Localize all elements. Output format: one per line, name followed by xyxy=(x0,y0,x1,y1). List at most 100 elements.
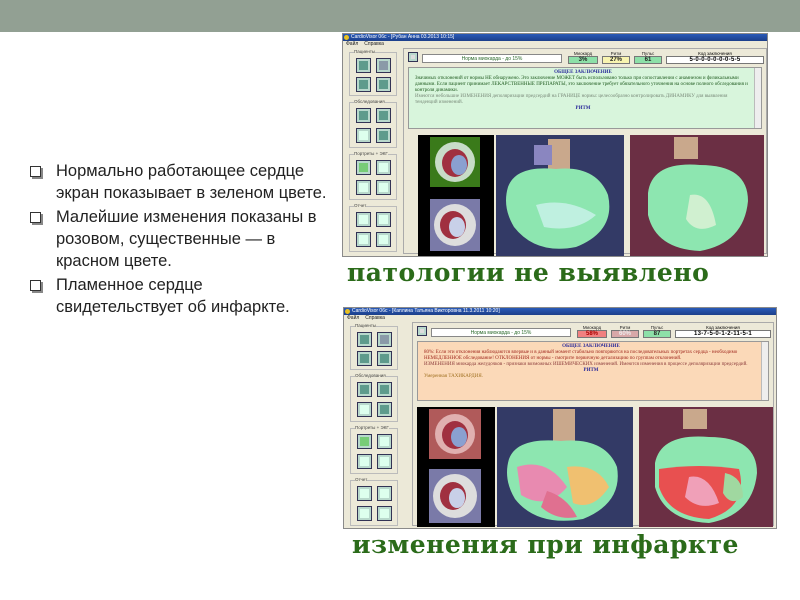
group-report: Отчет xyxy=(350,477,398,526)
indicator-myocardium: Миокард 58% xyxy=(577,325,607,338)
info-button[interactable] xyxy=(356,232,371,247)
bullet-text: Пламенное сердце свидетельствует об инфа… xyxy=(56,276,290,316)
menu-bar: Файл Справка xyxy=(344,315,776,322)
patient-edit-button[interactable] xyxy=(377,332,392,347)
heart-3d-icon xyxy=(648,137,748,251)
conclusion-text: Значимых отклонений от нормы НЕ обнаруже… xyxy=(415,76,748,93)
group-label: Портреты + ЭКГ xyxy=(355,425,389,430)
norm-label: Норма миокарда - до 15% xyxy=(431,328,571,337)
menu-help[interactable]: Справка xyxy=(364,41,384,47)
rhythm-title: РИТМ xyxy=(575,106,591,111)
sidebar: Пациенты Обследования Портреты + ЭКГ Отч… xyxy=(348,322,400,526)
indicator-rhythm: Ритм 60% xyxy=(611,325,639,338)
menu-bar: Файл Справка xyxy=(343,41,767,48)
printer-icon-button[interactable] xyxy=(376,212,391,227)
heart-3d-side xyxy=(639,407,773,527)
bullet-text: Малейшие изменения показаны в розовом, с… xyxy=(56,208,317,270)
group-label: Портреты + ЭКГ xyxy=(354,151,388,156)
status-button[interactable] xyxy=(408,52,418,62)
group-portraits: Портреты + ЭКГ xyxy=(350,425,398,474)
info-button[interactable] xyxy=(357,506,372,521)
add-exam-button[interactable] xyxy=(356,108,371,123)
window-title: CardioVisor 06с - [Каплина Татьяна Викто… xyxy=(352,308,500,314)
indicator-myocardium: Миокард 3% xyxy=(568,51,598,64)
menu-help[interactable]: Справка xyxy=(365,315,385,321)
menu-file[interactable]: Файл xyxy=(346,41,358,47)
add-button[interactable] xyxy=(357,351,372,366)
model-button[interactable] xyxy=(376,128,391,143)
colors-button[interactable] xyxy=(377,506,392,521)
add-button[interactable] xyxy=(356,77,371,92)
heart-thumbnails xyxy=(417,407,495,527)
remove-button[interactable] xyxy=(377,351,392,366)
remove-exam-button[interactable] xyxy=(377,382,392,397)
conclusion-box: ОБЩЕЕ ЗАКЛЮЧЕНИЕ Значимых отклонений от … xyxy=(408,67,762,129)
indicator-rhythm: Ритм 27% xyxy=(602,51,630,64)
bullet-item: Нормально работающее сердце экран показы… xyxy=(30,160,330,204)
group-exams: Обследования xyxy=(350,373,398,422)
remove-exam-button[interactable] xyxy=(376,108,391,123)
conclusion-box: ОБЩЕЕ ЗАКЛЮЧЕНИЕ 80%: Если эти отклонени… xyxy=(417,341,769,401)
screenshot-infarction-heart: CardioVisor 06с - [Каплина Татьяна Викто… xyxy=(343,307,777,529)
group-patients: Пациенты xyxy=(349,49,397,96)
heart-3d-icon xyxy=(655,409,757,523)
group-label: Отчет xyxy=(355,477,368,482)
checkbox-bullet-icon xyxy=(30,212,41,223)
group-label: Отчет xyxy=(354,203,367,208)
add-exam-button[interactable] xyxy=(357,382,372,397)
colors-button[interactable] xyxy=(376,232,391,247)
bullet-item: Малейшие изменения показаны в розовом, с… xyxy=(30,206,330,272)
menu-file[interactable]: Файл xyxy=(347,315,359,321)
checkbox-bullet-icon xyxy=(30,280,41,291)
group-report: Отчет xyxy=(349,203,397,252)
remove-button[interactable] xyxy=(376,77,391,92)
heart-3d-front xyxy=(496,135,624,256)
patient-open-button[interactable] xyxy=(356,58,371,73)
heart-thumbnails xyxy=(418,135,494,256)
heart-3d-icon xyxy=(506,139,610,249)
caption-infarction: изменения при инфаркте xyxy=(352,530,739,559)
rhythm-text: Умеренная ТАХИКАРДИЯ. xyxy=(424,374,483,379)
status-button[interactable] xyxy=(417,326,427,336)
title-bar: CardioVisor 06с - [Каплина Татьяна Викто… xyxy=(344,308,776,315)
heart-3d-front xyxy=(497,407,633,527)
print-button[interactable] xyxy=(357,486,372,501)
conclusion-code: Код заключения 5-0-0-0-0-0-0-5-5 xyxy=(666,51,764,64)
patient-open-button[interactable] xyxy=(357,332,372,347)
group-exams: Обследования xyxy=(349,99,397,148)
pulse-button[interactable] xyxy=(357,402,372,417)
header-band xyxy=(0,0,800,32)
norm-label: Норма миокарда - до 15% xyxy=(422,54,562,63)
group-patients: Пациенты xyxy=(350,323,398,370)
pulse-button[interactable] xyxy=(356,128,371,143)
ecg-button[interactable] xyxy=(376,160,391,175)
heart-portrait-button[interactable] xyxy=(356,160,371,175)
ecg-compare-button[interactable] xyxy=(376,180,391,195)
patient-edit-button[interactable] xyxy=(376,58,391,73)
indicator-pulse: Пульс 87 xyxy=(643,325,671,338)
checkbox-bullet-icon xyxy=(30,166,41,177)
ecg-view-button[interactable] xyxy=(356,180,371,195)
app-logo-icon xyxy=(345,309,350,314)
group-label: Пациенты xyxy=(354,49,376,54)
caption-no-pathology: патологии не выявлено xyxy=(347,258,710,287)
sidebar: Пациенты Обследования Портреты + ЭКГ Отч… xyxy=(347,48,399,254)
conclusion-note: Имеются небольшие ИЗМЕНЕНИЯ деполяризаци… xyxy=(415,94,728,105)
ecg-compare-button[interactable] xyxy=(377,454,392,469)
scrollbar[interactable] xyxy=(754,68,761,128)
scrollbar[interactable] xyxy=(761,342,768,400)
ecg-view-button[interactable] xyxy=(357,454,372,469)
conclusion-code: Код заключения 13-7-5-0-1-2-11-5-1 xyxy=(675,325,771,338)
heart-3d-side xyxy=(630,135,764,256)
main-panel: Норма миокарда - до 15% Миокард 3% Ритм 27… xyxy=(403,48,767,256)
main-panel: Норма миокарда - до 15% Миокард 58% Ритм 6… xyxy=(412,322,774,527)
model-button[interactable] xyxy=(377,402,392,417)
printer-icon-button[interactable] xyxy=(377,486,392,501)
group-label: Пациенты xyxy=(355,323,377,328)
indicator-pulse: Пульс 61 xyxy=(634,51,662,64)
ecg-button[interactable] xyxy=(377,434,392,449)
heart-3d-icon xyxy=(507,409,618,521)
heart-portrait-button[interactable] xyxy=(357,434,372,449)
window-title: CardioVisor 06с - [Рубан Анна 03.2013 10… xyxy=(351,34,455,40)
print-button[interactable] xyxy=(356,212,371,227)
